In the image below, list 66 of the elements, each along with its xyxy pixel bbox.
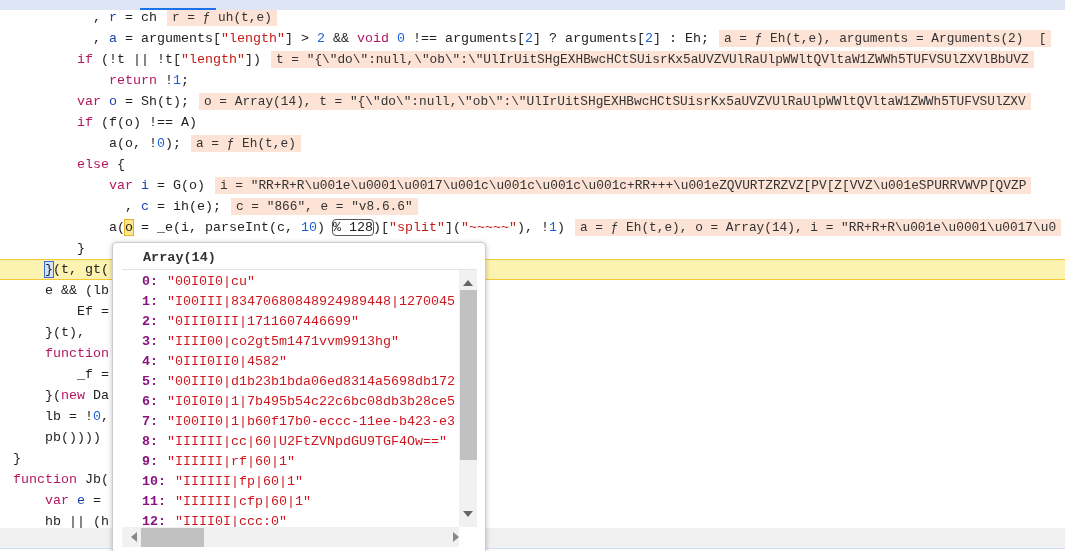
code-line: , r = ch (92, 9, 157, 27)
property-key: 1: (142, 294, 158, 309)
code-line: if (!t || !t["length"]) (76, 51, 261, 69)
vertical-scrollbar[interactable] (459, 270, 477, 527)
inline-value: o = Array(14), t = "{\"do\":null,\"ob\":\"UlIrUitSHgEXHBwcHCtSUisrKx5aUVZVUlRaUlpWWltQVltaW1ZWWh5TUFVSUlZXV (199, 93, 1031, 110)
property-value: "00III0|d1b23b1bda06ed8314a5698db172 (167, 374, 455, 389)
property-value: "00I0I0|cu" (167, 274, 255, 289)
property-key: 5: (142, 374, 158, 389)
code-line: if (f(o) !== A) (76, 114, 197, 132)
inline-value: a = ƒ Eh(t,e), o = Array(14), i = "RR+R+R\u001e\u0001\u0017\u0 (574, 219, 1062, 236)
property-value: "I00II0|1|b60f17b0-eccc-11ee-b423-e3 (167, 414, 455, 429)
inline-value: a = ƒ Eh(t,e), arguments = Arguments(2) [ (718, 30, 1052, 47)
property-value: "IIIIII|cc|60|U2FtZVNpdGU9TGF4Ow==" (167, 434, 447, 449)
code-line: }(t, gt( (44, 261, 109, 279)
property-key: 4: (142, 354, 158, 369)
property-value: "IIIIII|rf|60|1" (167, 454, 295, 469)
property-value: "0III0III|1711607446699" (167, 314, 359, 329)
horizontal-scrollbar[interactable] (122, 527, 459, 547)
scrollbar-thumb[interactable] (459, 290, 477, 460)
code-line: a(o, !0); (108, 135, 181, 153)
code-line: _f = (76, 366, 109, 384)
code-line: function Jb( (13, 471, 109, 489)
code-line: lb = !0, (44, 408, 109, 426)
inline-value: c = "866", e = "v8.6.6" (231, 198, 418, 215)
code-line: hb || (h (44, 513, 109, 531)
scroll-left-icon[interactable] (131, 532, 137, 542)
property-value: "IIIIII|cfp|60|1" (175, 494, 311, 509)
property-key: 6: (142, 394, 158, 409)
scroll-right-icon[interactable] (453, 532, 459, 542)
code-line: } (76, 240, 85, 258)
property-key: 8: (142, 434, 158, 449)
popover-title: Array(14) (122, 243, 477, 270)
code-line: function (44, 345, 109, 363)
code-line: var o = Sh(t); (76, 93, 189, 111)
property-value: "0III0II0|4582" (167, 354, 287, 369)
property-value: "IIIIII|fp|60|1" (175, 474, 303, 489)
code-line: pb()))) (44, 429, 101, 447)
code-line: } (13, 450, 21, 468)
inline-value: t = "{\"do\":null,\"ob\":\"UlIrUitSHgEXHBwcHCtSUisrKx5aUVZVUlRaUlpWWltQVltaW1ZWWh5TUFVSUlZXVlBbUVZ (271, 51, 1034, 68)
code-line: e && (lb (44, 282, 109, 300)
property-key: 2: (142, 314, 158, 329)
property-value: "IIII00|co2gt5m1471vvm9913hg" (167, 334, 399, 349)
inline-value: a = ƒ Eh(t,e) (191, 135, 301, 152)
code-line: }(t), (44, 324, 85, 342)
code-line: var e = (44, 492, 101, 510)
inline-value: i = "RR+R+R\u001e\u0001\u0017\u001c\u001c\u001c\u001c+RR+++\u001eZQVURTZRZVZ[PV[Z[VVZ\u001eSPURRVWVP[QVZP (215, 177, 1032, 194)
property-key: 9: (142, 454, 158, 469)
property-value: "I0I0I0|1|7b495b54c22c6bc08db3b28ce5 (167, 394, 455, 409)
scrollbar-thumb[interactable] (141, 527, 204, 547)
code-line: Ef = (76, 303, 109, 321)
code-line: return !1; (108, 72, 189, 90)
code-line: , a = arguments["length"] > 2 && void 0 !== arguments[2] ? arguments[2] : Eh; (92, 30, 709, 48)
property-key: 12: (142, 514, 166, 527)
property-value: "IIII0I|ccc:0" (175, 514, 287, 527)
property-key: 0: (142, 274, 158, 289)
property-key: 10: (142, 474, 166, 489)
scroll-down-icon[interactable] (463, 511, 473, 517)
code-line: var i = G(o) (108, 177, 205, 195)
property-key: 3: (142, 334, 158, 349)
property-key: 7: (142, 414, 158, 429)
code-line: a(o = _e(i, parseInt(c, 10) % 128)["split"]("~~~~~"), !1) (108, 219, 565, 237)
code-line: , c = ih(e); (124, 198, 221, 216)
code-line: else { (76, 156, 125, 174)
property-value: "I00III|83470680848924989448|1270045 (167, 294, 455, 309)
property-key: 11: (142, 494, 166, 509)
code-line: }(new Da (44, 387, 109, 405)
